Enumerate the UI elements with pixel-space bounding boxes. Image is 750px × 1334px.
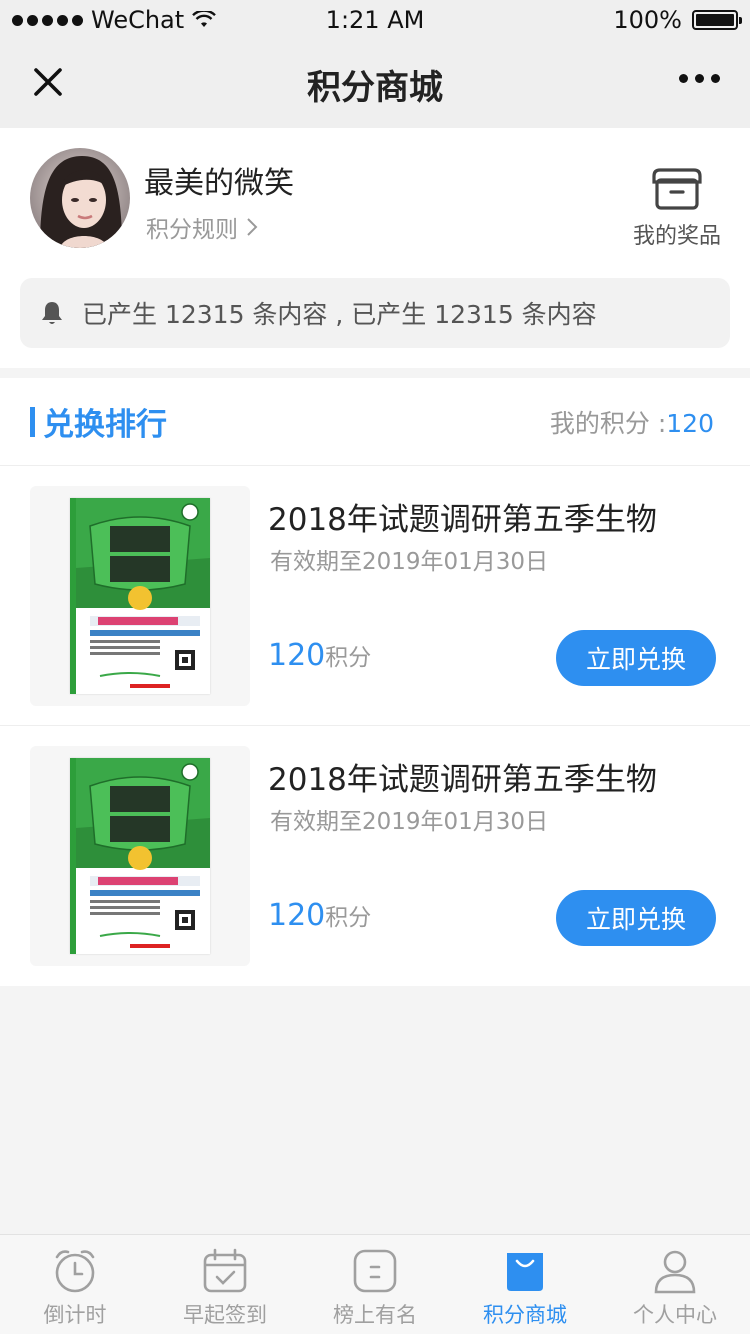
tab-label: 早起签到 — [183, 1303, 267, 1327]
product-price: 120积分 — [268, 638, 371, 673]
my-points-value: 120 — [666, 408, 714, 438]
tab-label: 倒计时 — [43, 1303, 107, 1327]
book-cover-image — [70, 758, 210, 954]
signal-icon — [12, 14, 83, 26]
my-prizes-label: 我的奖品 — [632, 224, 721, 249]
product-thumbnail[interactable] — [30, 746, 250, 966]
user-name: 最美的微笑 — [144, 166, 294, 201]
status-bar: WeChat 1:21 AM 100% — [0, 0, 750, 40]
bell-icon — [42, 302, 62, 324]
exchange-ranking-section: 兑换排行 我的积分 :120 2018年试题调研第五季生物 有效期至2019年0… — [0, 378, 750, 986]
wifi-icon — [192, 11, 217, 27]
avatar-image — [30, 148, 130, 248]
avatar[interactable] — [30, 148, 130, 248]
price-value: 120 — [268, 898, 326, 933]
product-price: 120积分 — [268, 898, 371, 933]
tab-ranking[interactable]: 榜上有名 — [300, 1235, 450, 1334]
tab-profile[interactable]: 个人中心 — [600, 1235, 750, 1334]
battery-percent: 100% — [613, 6, 682, 34]
carrier-label: WeChat — [91, 6, 185, 34]
status-right: 100% — [613, 6, 742, 34]
my-points-label: 我的积分 : — [549, 408, 667, 438]
calendar-check-icon — [203, 1248, 247, 1293]
person-icon — [654, 1250, 696, 1294]
list-item[interactable]: 2018年试题调研第五季生物 有效期至2019年01月30日 120积分 立即兑… — [0, 466, 750, 726]
price-unit: 积分 — [325, 905, 372, 931]
points-rules-link[interactable]: 积分规则 — [146, 210, 258, 244]
book-cover-image — [70, 498, 210, 694]
my-points: 我的积分 :120 — [550, 404, 714, 440]
alarm-clock-icon — [55, 1250, 95, 1293]
tab-label: 个人中心 — [633, 1303, 717, 1327]
redeem-button[interactable]: 立即兑换 — [556, 890, 716, 946]
nav-bar: 积分商城 — [0, 40, 750, 128]
ranking-face-icon — [353, 1249, 397, 1293]
tab-morning-checkin[interactable]: 早起签到 — [150, 1235, 300, 1334]
profile-section: 最美的微笑 积分规则 我的奖品 已产生 12315 条内容 , 已产生 1231… — [0, 128, 750, 368]
product-expiry: 有效期至2019年01月30日 — [270, 549, 549, 575]
more-icon[interactable] — [679, 74, 720, 83]
my-prizes-button[interactable]: 我的奖品 — [624, 164, 730, 250]
shopping-bag-icon — [507, 1253, 543, 1291]
tab-label: 积分商城 — [483, 1303, 567, 1327]
product-title: 2018年试题调研第五季生物 — [268, 502, 657, 538]
ranking-title: 兑换排行 — [30, 399, 167, 444]
tab-points-mall[interactable]: 积分商城 — [450, 1235, 600, 1334]
points-rules-label: 积分规则 — [146, 217, 238, 243]
price-value: 120 — [268, 638, 326, 673]
notice-text: 已产生 12315 条内容 , 已产生 12315 条内容 — [82, 300, 597, 329]
redeem-button[interactable]: 立即兑换 — [556, 630, 716, 686]
chevron-right-icon — [247, 218, 258, 236]
product-thumbnail[interactable] — [30, 486, 250, 706]
notice-bar: 已产生 12315 条内容 , 已产生 12315 条内容 — [20, 278, 730, 348]
product-title: 2018年试题调研第五季生物 — [268, 762, 657, 798]
status-left: WeChat — [12, 6, 217, 34]
tab-bar: 倒计时 早起签到 榜上有名 积分商城 个人中心 — [0, 1234, 750, 1334]
tab-countdown[interactable]: 倒计时 — [0, 1235, 150, 1334]
page-title: 积分商城 — [307, 67, 443, 108]
product-expiry: 有效期至2019年01月30日 — [270, 809, 549, 835]
tab-label: 榜上有名 — [333, 1303, 417, 1327]
list-item[interactable]: 2018年试题调研第五季生物 有效期至2019年01月30日 120积分 立即兑… — [0, 726, 750, 986]
close-icon[interactable] — [28, 62, 68, 102]
price-unit: 积分 — [325, 645, 372, 671]
ranking-header: 兑换排行 我的积分 :120 — [0, 378, 750, 466]
battery-icon — [692, 10, 742, 30]
gift-box-icon — [652, 168, 702, 210]
